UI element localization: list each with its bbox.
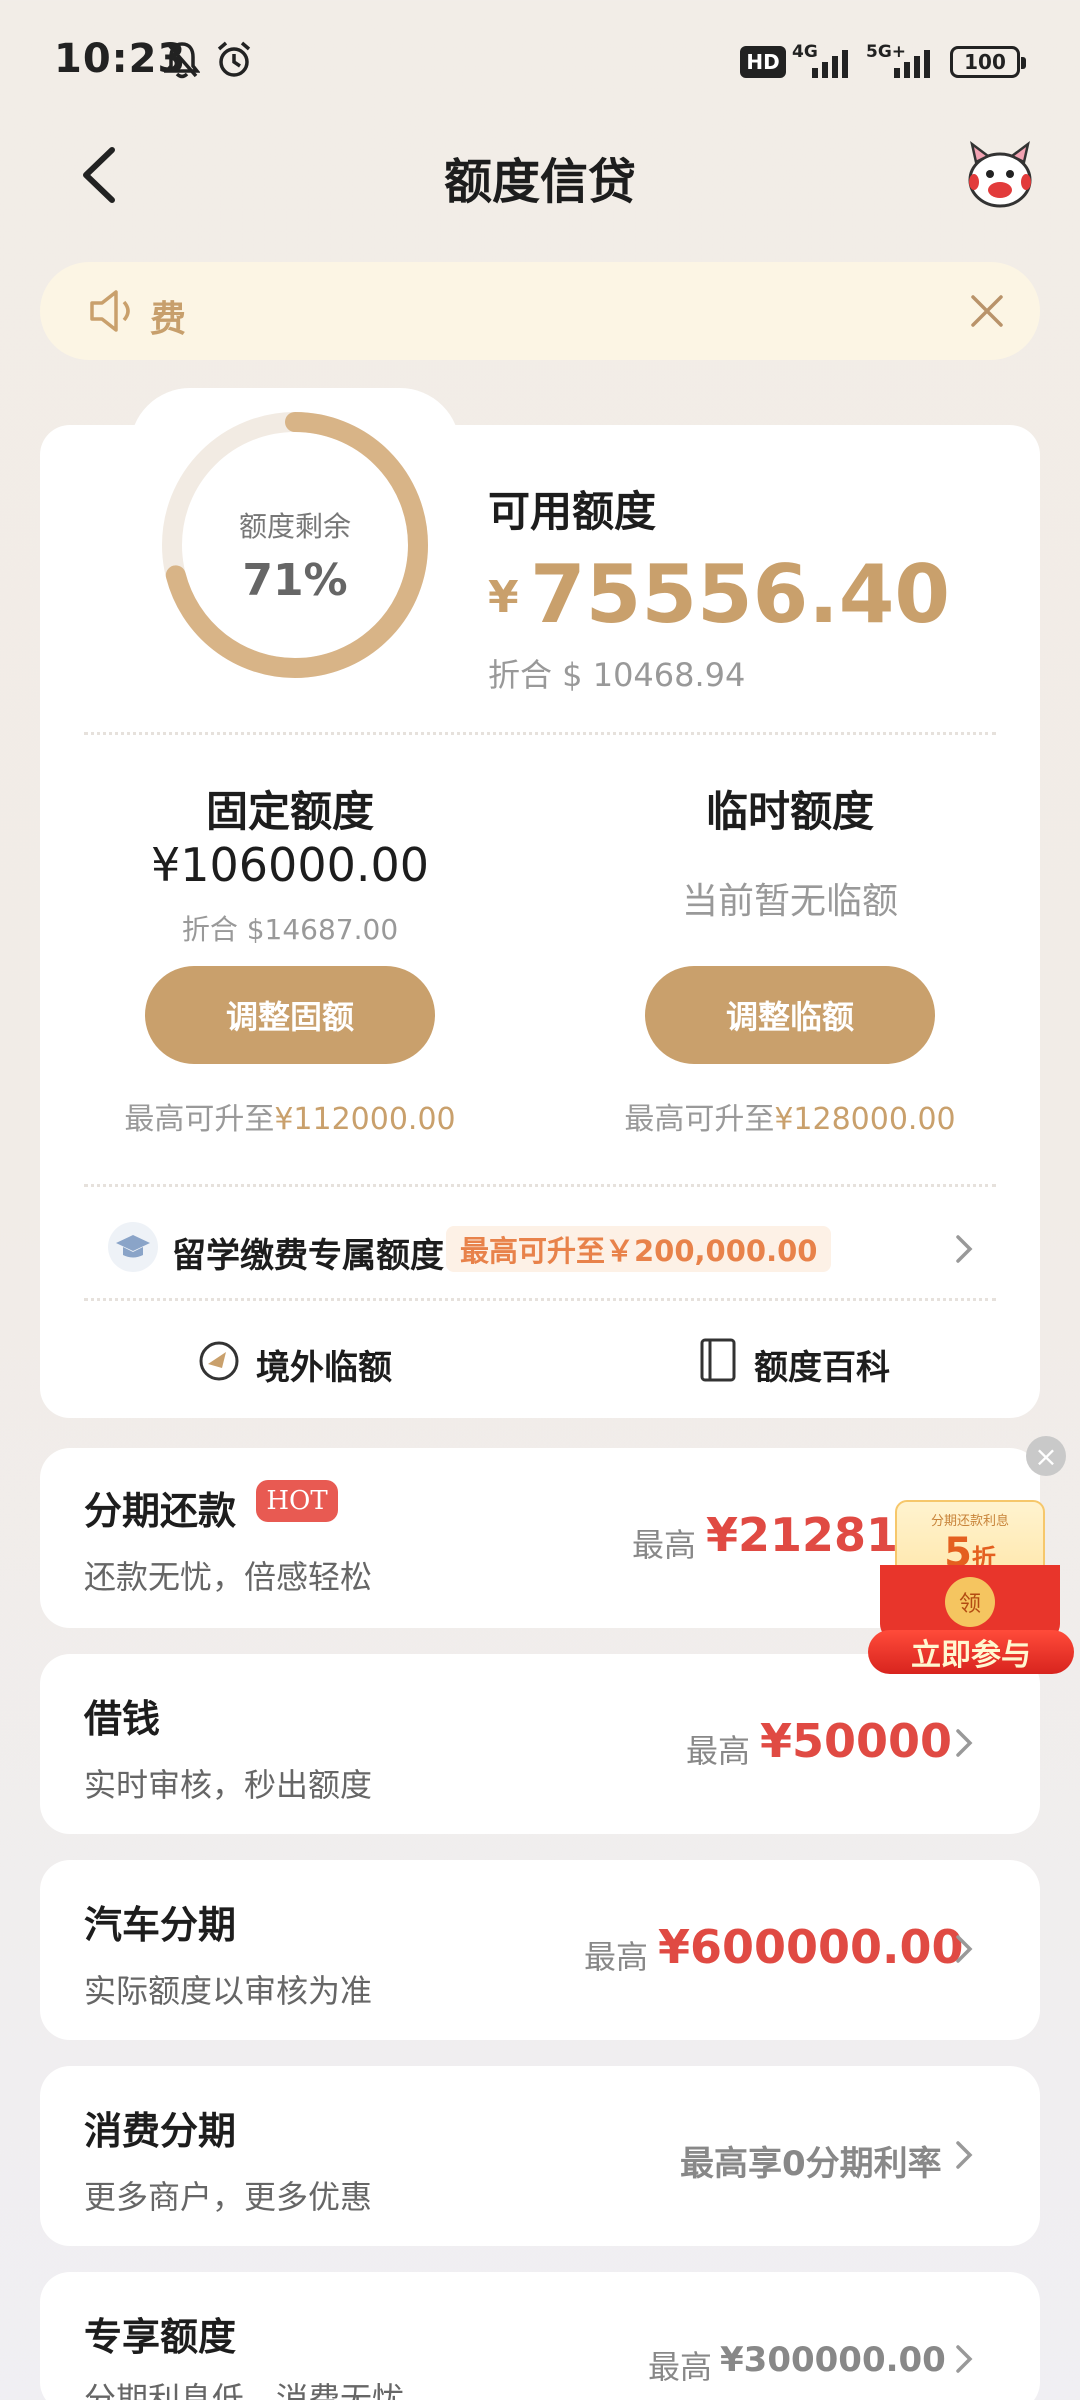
product-title: 汽车分期 <box>84 1903 237 1947</box>
fixed-converted: 折合 $14687.00 <box>181 913 399 946</box>
adjust-temporary-button[interactable]: 调整临额 <box>645 966 935 1064</box>
promo-seal: 领 <box>945 1577 995 1627</box>
temporary-status: 当前暂无临额 <box>681 881 898 922</box>
product-amount: ¥50000 <box>760 1714 953 1768</box>
hot-badge: HOT <box>256 1480 338 1522</box>
graduation-cap-icon <box>108 1222 158 1272</box>
chevron-right-icon <box>956 1935 973 1963</box>
promo-top-text: 分期还款利息 <box>930 1514 1009 1529</box>
product-max-prefix: 最高 <box>686 1732 751 1770</box>
product-max-prefix: 最高 <box>648 2348 713 2386</box>
product-subtitle: 实际额度以审核为准 <box>84 1972 373 2010</box>
alarm-icon <box>217 41 251 77</box>
available-amount: 75556.40 <box>530 548 951 641</box>
divider <box>84 1184 996 1187</box>
product-max-prefix: 最高 <box>632 1526 697 1564</box>
temporary-max: 最高可升至¥128000.00 <box>624 1102 956 1137</box>
close-icon[interactable] <box>968 292 1006 330</box>
ring-percent: 71% <box>242 555 348 606</box>
globe-plane-icon <box>199 1341 239 1381</box>
promo-close-button[interactable]: × <box>1026 1436 1066 1476</box>
bell-off-icon <box>164 42 200 79</box>
mascot-icon[interactable] <box>962 140 1038 210</box>
product-amount: ¥600000.00 <box>658 1920 964 1974</box>
hd-badge: HD <box>740 46 786 78</box>
product-title: 分期还款 <box>84 1489 237 1533</box>
ring-label: 额度剩余 <box>238 510 351 543</box>
study-credit-label: 留学缴费专属额度 <box>172 1236 444 1276</box>
chevron-right-icon <box>956 1729 973 1757</box>
remaining-ring <box>162 412 428 678</box>
signal-icon <box>894 50 930 78</box>
speaker-icon <box>90 290 130 332</box>
product-max-prefix: 最高 <box>584 1938 649 1976</box>
product-subtitle: 分期利息低，消费无忧 <box>84 2380 405 2400</box>
signal-icon <box>812 50 848 78</box>
temporary-title: 临时额度 <box>705 787 874 836</box>
notice-bar[interactable] <box>40 262 1040 360</box>
product-subtitle: 还款无忧，倍感轻松 <box>84 1558 373 1596</box>
divider <box>84 732 996 735</box>
status-bar: 10:23 HD 4G 5G+ 100 <box>0 0 1080 120</box>
available-converted: 折合 $ 10468.94 <box>488 656 746 694</box>
product-title: 消费分期 <box>84 2109 237 2153</box>
product-title: 借钱 <box>84 1697 161 1741</box>
product-subtitle: 更多商户，更多优惠 <box>84 2178 373 2216</box>
product-amount: ¥300000.00 <box>720 2340 946 2380</box>
page-title: 额度信贷 <box>443 154 636 210</box>
join-now-button[interactable]: 立即参与 <box>868 1630 1074 1674</box>
battery-indicator: 100 <box>950 46 1026 78</box>
adjust-fixed-button[interactable]: 调整固额 <box>145 966 435 1064</box>
fixed-max: 最高可升至¥112000.00 <box>124 1102 456 1137</box>
chevron-right-icon <box>956 2141 973 2169</box>
chevron-right-icon <box>956 1235 973 1263</box>
overseas-temp-label: 境外临额 <box>256 1348 392 1388</box>
available-title: 可用额度 <box>488 487 657 536</box>
credit-wiki-label: 额度百科 <box>754 1348 890 1388</box>
fixed-title: 固定额度 <box>205 787 374 836</box>
book-icon <box>700 1338 736 1382</box>
product-subtitle: 实时审核，秒出额度 <box>84 1766 373 1804</box>
fixed-amount: ¥106000.00 <box>150 838 430 892</box>
study-credit-tag: 最高可升至￥200,000.00 <box>446 1226 832 1272</box>
notice-text: 费 <box>150 299 187 340</box>
divider <box>84 1298 996 1301</box>
product-right-text: 最高享0分期利率 <box>680 2144 942 2184</box>
chevron-right-icon <box>956 2345 973 2373</box>
product-title: 专享额度 <box>84 2315 237 2359</box>
available-currency: ¥ <box>488 572 519 623</box>
